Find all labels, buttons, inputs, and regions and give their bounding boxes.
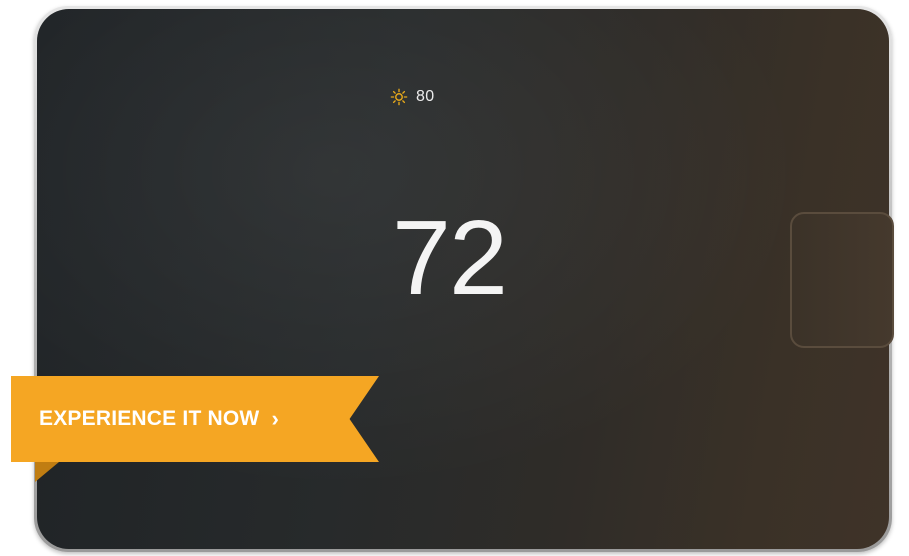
experience-button[interactable]: EXPERIENCE IT NOW › (11, 376, 379, 462)
page: 80 72 EXPERIENCE IT NOW › (0, 0, 909, 556)
setpoint-temperature[interactable]: 72 (392, 205, 552, 311)
experience-banner[interactable]: EXPERIENCE IT NOW › (11, 376, 381, 486)
ribbon-fold (35, 462, 59, 482)
experience-label: EXPERIENCE IT NOW (39, 407, 260, 430)
sun-icon (390, 88, 408, 106)
chevron-right-icon: › (271, 406, 279, 431)
outdoor-temperature: 80 (390, 88, 434, 106)
outdoor-temperature-value: 80 (416, 88, 435, 105)
side-slider-tab[interactable] (790, 212, 894, 348)
